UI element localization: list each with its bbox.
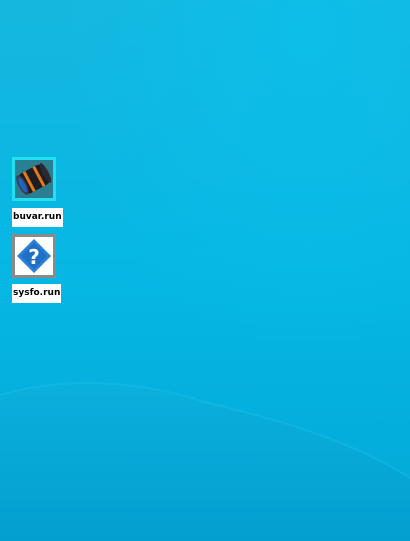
desktop-icon-buvar[interactable]: buvar.run (12, 157, 63, 229)
desktop-icon-label: sysfo.run (12, 284, 62, 303)
barrel-package-icon (12, 157, 56, 201)
wallpaper (0, 0, 410, 541)
svg-text:?: ? (28, 245, 40, 269)
desktop-icon-sysfo[interactable]: ? sysfo.run (12, 234, 62, 306)
desktop[interactable]: buvar.run ? sysfo.run (0, 0, 410, 541)
desktop-icon-label: buvar.run (12, 208, 63, 227)
help-diamond-icon: ? (12, 234, 56, 278)
